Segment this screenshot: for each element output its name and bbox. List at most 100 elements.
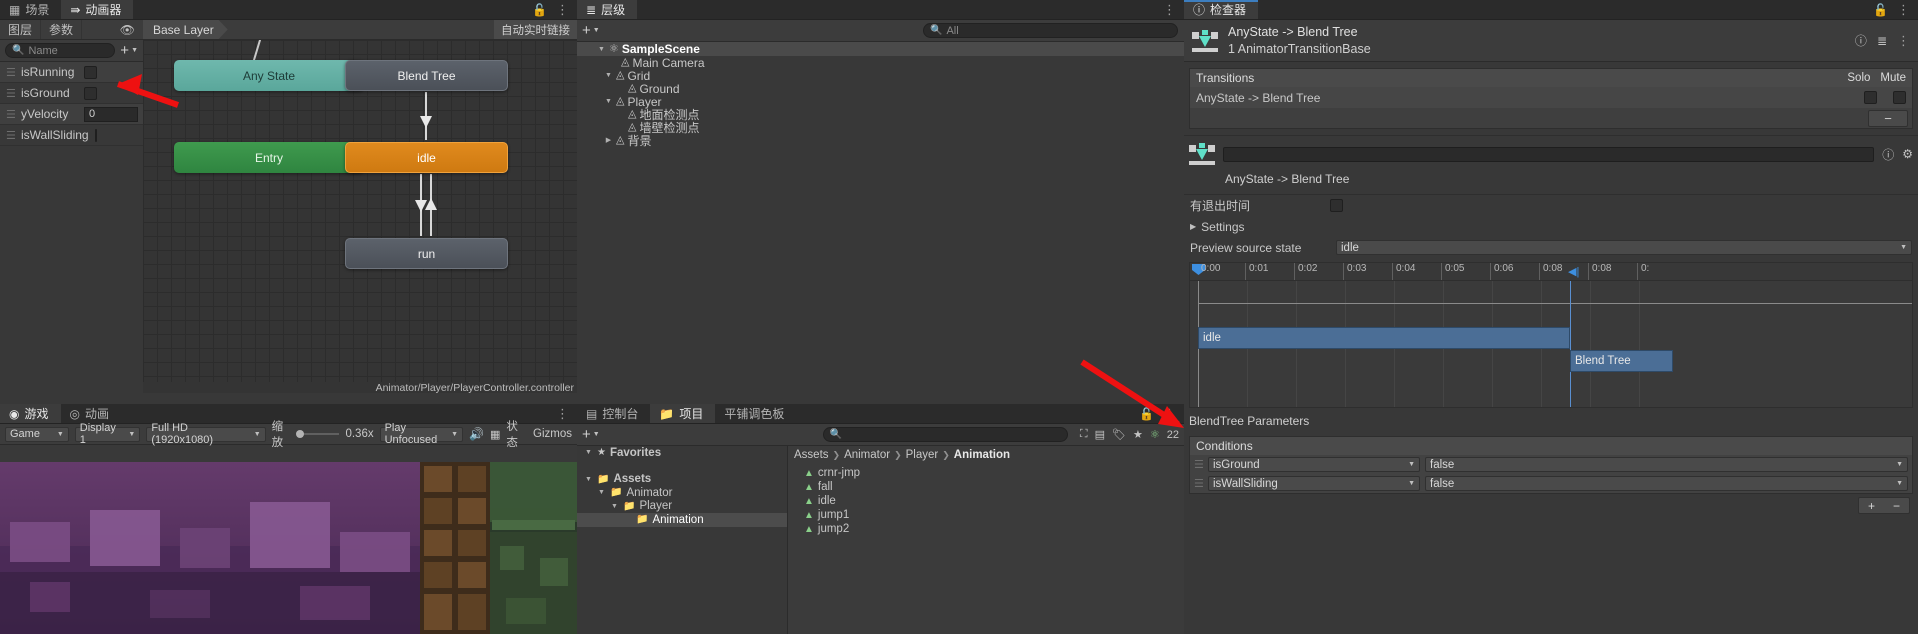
filter-type-icon[interactable]: ▤ — [1095, 428, 1105, 441]
table-row[interactable]: ☰ isWallSliding ▼ false ▼ — [1190, 474, 1912, 493]
tab-animator[interactable]: ⇛ 动画器 — [61, 0, 134, 19]
kebab-icon[interactable]: ⋮ — [556, 406, 569, 422]
add-parameter-button[interactable]: + ▼ — [120, 42, 138, 59]
timeline-clip-idle[interactable]: idle — [1198, 327, 1570, 349]
preset-icon[interactable]: ≣ — [1877, 34, 1887, 48]
list-item[interactable]: ▶ ◬ 墙壁检测点 — [577, 121, 1184, 134]
tab-tile-palette[interactable]: 平铺调色板 — [715, 404, 797, 423]
lock-icon[interactable]: 🔓 — [1873, 3, 1888, 17]
state-node-idle[interactable]: idle — [345, 142, 508, 173]
tab-game[interactable]: ◉ 游戏 — [0, 404, 61, 423]
chevron-down-icon[interactable]: ▼ — [597, 46, 606, 53]
project-asset-list[interactable]: Assets ❯ Animator ❯ Player ❯ Animation ▲… — [788, 446, 1184, 634]
tab-hierarchy[interactable]: ≣ 层级 — [577, 0, 638, 19]
game-mode-dropdown[interactable]: Game ▼ — [5, 426, 69, 442]
drag-handle-icon[interactable]: ☰ — [6, 66, 16, 79]
chevron-down-icon[interactable]: ▼ — [584, 449, 593, 456]
list-item[interactable]: ▶ ◬ Ground — [577, 82, 1184, 95]
list-item[interactable]: ☰ isWallSliding — [0, 125, 143, 146]
list-item[interactable]: ▼ ◬ Grid — [577, 69, 1184, 82]
list-item[interactable]: ▲ fall — [788, 480, 1184, 494]
help-icon[interactable]: ⓘ — [1882, 146, 1894, 163]
project-folder-tree[interactable]: ▼ ★ Favorites ▼ 📁 Assets ▼ 📁 Animator ▼ … — [577, 446, 788, 634]
preview-source-state-dropdown[interactable]: idle ▼ — [1336, 240, 1912, 255]
parameter-checkbox[interactable] — [94, 128, 97, 142]
eye-icon[interactable]: 👁 — [120, 23, 143, 37]
settings-foldout[interactable]: ▶ Settings — [1184, 216, 1918, 237]
table-row[interactable]: AnyState -> Blend Tree — [1190, 87, 1912, 108]
mute-checkbox[interactable] — [1893, 91, 1906, 104]
drag-handle-icon[interactable]: ☰ — [1194, 477, 1204, 490]
drag-handle-icon[interactable]: ☰ — [1194, 458, 1204, 471]
kebab-icon[interactable]: ⋮ — [1163, 2, 1176, 18]
kebab-icon[interactable]: ⋮ — [1897, 2, 1910, 18]
chevron-down-icon[interactable]: ▼ — [597, 489, 606, 496]
list-item[interactable]: ☰ yVelocity 0 — [0, 104, 143, 125]
condition-parameter-dropdown[interactable]: isGround ▼ — [1208, 457, 1420, 472]
list-item[interactable]: ▼ ★ Favorites — [577, 446, 787, 460]
list-item[interactable]: ▶ ◬ 地面检测点 — [577, 108, 1184, 121]
search-input[interactable]: 🔍 Name — [5, 43, 116, 58]
remove-transition-button[interactable]: − — [1868, 109, 1908, 127]
remove-condition-button[interactable]: − — [1893, 499, 1900, 513]
chevron-right-icon[interactable]: ▶ — [604, 137, 613, 144]
subtab-parameters[interactable]: 参数 — [41, 20, 83, 39]
parameter-checkbox[interactable] — [84, 65, 97, 79]
list-item[interactable]: ▶ 📁 Animation — [577, 513, 787, 527]
create-asset-button[interactable]: + ▼ — [582, 426, 600, 443]
stats-icon[interactable]: ▦ — [490, 428, 500, 441]
favorite-icon[interactable]: ★ — [1133, 428, 1143, 441]
state-node-blend-tree[interactable]: Blend Tree — [345, 60, 508, 91]
chevron-down-icon[interactable]: ▼ — [610, 503, 619, 510]
has-exit-time-checkbox[interactable] — [1330, 199, 1343, 212]
condition-value-dropdown[interactable]: false ▼ — [1425, 476, 1908, 491]
tab-inspector[interactable]: ⓘ 检查器 — [1184, 0, 1259, 19]
list-item[interactable]: ▲ jump1 — [788, 508, 1184, 522]
subtab-layers[interactable]: 图层 — [0, 20, 42, 39]
list-item[interactable]: ☰ isGround — [0, 83, 143, 104]
chevron-down-icon[interactable]: ▼ — [604, 98, 613, 105]
stats-label[interactable]: 状态 — [506, 418, 527, 450]
tab-animation[interactable]: ◎ 动画 — [60, 404, 121, 423]
auto-live-link-button[interactable]: 自动实时链接 — [494, 20, 577, 39]
list-item[interactable]: ▼ 📁 Assets — [577, 473, 787, 487]
list-item[interactable]: ▲ crnr-jmp — [788, 466, 1184, 480]
transition-name-field[interactable] — [1223, 146, 1875, 162]
playhead-handle-icon[interactable]: ◀| — [1568, 265, 1579, 278]
list-item[interactable]: ▲ idle — [788, 494, 1184, 508]
breadcrumb[interactable]: Base Layer — [143, 20, 228, 39]
kebab-icon[interactable]: ⋮ — [1163, 406, 1176, 422]
list-item[interactable]: ▶ ◬ 背景 — [577, 134, 1184, 147]
list-item[interactable]: ▼ ⚛ SampleScene — [577, 42, 1184, 56]
timeline-ruler[interactable]: 0:00 0:01 0:02 0:03 0:04 0:05 0:06 0:08 … — [1190, 263, 1912, 281]
tab-scene[interactable]: ▦ 场景 — [0, 0, 62, 19]
transition-timeline[interactable]: 0:00 0:01 0:02 0:03 0:04 0:05 0:06 0:08 … — [1189, 262, 1913, 408]
parameter-value-field[interactable]: 0 — [84, 106, 138, 122]
hierarchy-tree[interactable]: ▼ ⚛ SampleScene ▶ ◬ Main Camera ▼ ◬ Grid… — [577, 42, 1184, 387]
tab-project[interactable]: 📁 项目 — [650, 404, 716, 423]
list-item[interactable]: ▼ 📁 Animator — [577, 486, 787, 500]
drag-handle-icon[interactable]: ☰ — [6, 108, 16, 121]
drag-handle-icon[interactable]: ☰ — [6, 87, 16, 100]
gear-icon[interactable]: ⚙ — [1902, 147, 1913, 161]
lock-icon[interactable]: 🔓 — [532, 3, 547, 17]
list-item[interactable]: ▲ jump2 — [788, 522, 1184, 536]
help-icon[interactable]: ⓘ — [1855, 32, 1867, 49]
state-node-run[interactable]: run — [345, 238, 508, 269]
drag-handle-icon[interactable]: ☰ — [6, 129, 16, 142]
condition-parameter-dropdown[interactable]: isWallSliding ▼ — [1208, 476, 1420, 491]
chevron-down-icon[interactable]: ▼ — [584, 476, 593, 483]
list-item[interactable]: ▶ ◬ Main Camera — [577, 56, 1184, 69]
state-node-any-state[interactable]: Any State — [174, 60, 364, 91]
display-dropdown[interactable]: Display 1 ▼ — [74, 422, 141, 446]
play-mode-dropdown[interactable]: Play Unfocused ▼ — [379, 422, 464, 446]
list-item[interactable]: ▼ ◬ Player — [577, 95, 1184, 108]
table-row[interactable]: ☰ isGround ▼ false ▼ — [1190, 455, 1912, 474]
chevron-down-icon[interactable]: ▼ — [604, 72, 613, 79]
breadcrumb-player[interactable]: Player — [906, 449, 939, 461]
list-item[interactable]: ▼ 📁 Player — [577, 500, 787, 514]
scale-slider[interactable] — [296, 430, 340, 438]
lock-icon[interactable]: 🔓 — [1139, 407, 1154, 421]
game-viewport[interactable] — [0, 462, 577, 634]
add-condition-button[interactable]: + — [1868, 499, 1875, 513]
